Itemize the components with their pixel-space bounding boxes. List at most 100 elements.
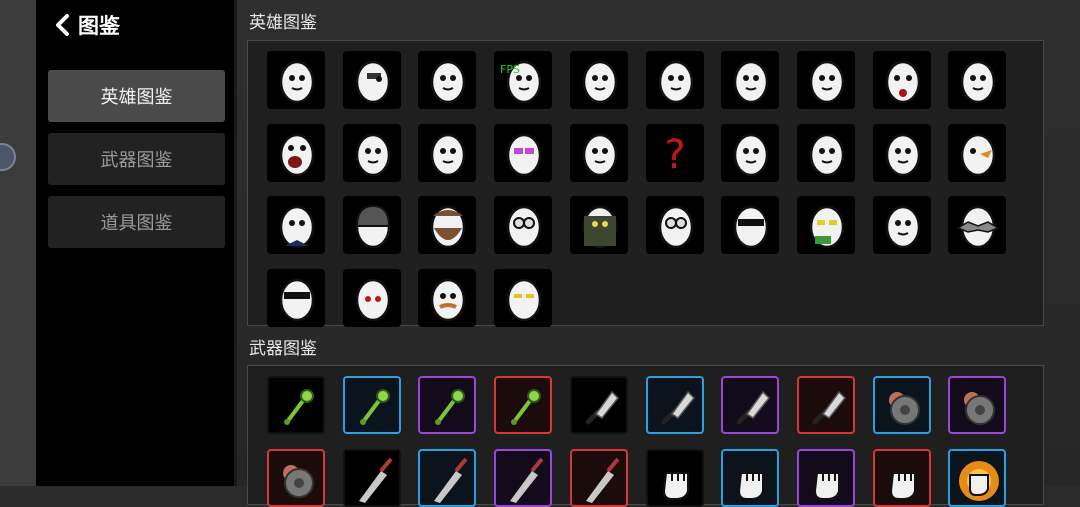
hero-squint-icon	[431, 60, 466, 104]
weapon-tile[interactable]	[796, 449, 855, 507]
weapon-tile[interactable]	[342, 376, 401, 434]
weapon-tile[interactable]	[721, 376, 780, 434]
tab-items[interactable]: 道具图鉴	[48, 196, 225, 248]
weapon-saw-icon	[283, 465, 314, 498]
hero-scared-icon	[582, 133, 618, 176]
hero-goggles-icon	[658, 205, 693, 249]
hero-tile[interactable]	[494, 268, 553, 327]
hero-tile[interactable]	[267, 51, 325, 109]
hero-tile[interactable]	[872, 51, 931, 109]
hero-tile[interactable]	[569, 196, 628, 254]
hero-tile[interactable]	[342, 196, 401, 254]
weapon-blade-icon	[585, 457, 620, 503]
hero-tile[interactable]	[267, 268, 325, 327]
hero-tile[interactable]	[948, 123, 1007, 182]
hero-tile[interactable]	[418, 51, 477, 109]
hero-tile[interactable]	[645, 196, 704, 254]
hero-tile[interactable]	[721, 123, 780, 182]
weapon-fist-icon	[889, 472, 916, 500]
weapon-tile[interactable]	[645, 449, 704, 507]
hero-tile[interactable]	[796, 51, 855, 109]
hero-tile[interactable]	[569, 123, 628, 182]
back-label: 图鉴	[78, 14, 120, 38]
hero-tile[interactable]	[948, 51, 1007, 109]
weapon-tile[interactable]	[948, 376, 1007, 434]
hero-tile[interactable]	[342, 123, 401, 182]
tab-heroes[interactable]: 英雄图鉴	[48, 70, 225, 122]
weapon-tile[interactable]	[872, 376, 931, 434]
hero-tile[interactable]	[267, 123, 325, 182]
weapon-cleaver-icon	[812, 390, 846, 425]
hero-tile[interactable]	[418, 196, 477, 254]
weapon-tile[interactable]	[796, 376, 855, 434]
hero-tile[interactable]	[342, 51, 401, 109]
hero-calm-icon	[885, 205, 920, 249]
weapon-tile[interactable]	[872, 449, 931, 507]
back-button[interactable]: 图鉴	[54, 10, 120, 40]
weapon-saw-icon	[888, 392, 920, 425]
weapon-tile[interactable]	[418, 449, 477, 507]
hero-robot-jaw-icon	[582, 60, 618, 104]
weapon-tile[interactable]	[948, 449, 1007, 507]
weapon-tile[interactable]	[494, 449, 553, 507]
weapon-tile[interactable]	[267, 449, 325, 507]
weapon-tile[interactable]	[721, 449, 780, 507]
hero-pink-glasses-icon	[506, 133, 542, 176]
chevron-left-icon	[56, 14, 69, 36]
hero-tile[interactable]: ?	[645, 123, 704, 182]
hero-ghost-icon	[885, 133, 920, 176]
hero-tile[interactable]	[645, 51, 704, 109]
hero-panda-icon	[809, 133, 845, 176]
hero-dirty-icon	[961, 60, 996, 104]
heroes-section-title: 英雄图鉴	[249, 13, 317, 33]
left-edge-strip	[0, 0, 36, 486]
hero-tile[interactable]	[796, 196, 855, 254]
weapon-tile[interactable]	[418, 376, 477, 434]
hero-angry-icon	[733, 133, 769, 176]
weapon-mace-icon	[284, 389, 314, 425]
hero-tile[interactable]	[721, 196, 780, 254]
hero-eyepatch-icon	[355, 60, 390, 104]
weapon-cleaver-icon	[585, 390, 619, 425]
weapon-fist-icon	[813, 472, 840, 500]
hero-sunglasses-icon	[733, 205, 769, 249]
hero-side-icon	[809, 60, 845, 104]
weapon-tile[interactable]	[645, 376, 704, 434]
weapon-tile[interactable]	[569, 376, 628, 434]
weapon-tile[interactable]	[267, 376, 325, 434]
weapon-blade-icon	[358, 457, 393, 503]
hero-bloody-icon	[885, 60, 920, 104]
weapon-blade-icon	[510, 457, 544, 503]
hero-cash-icon	[809, 205, 845, 249]
hero-tile[interactable]: FPS	[494, 51, 553, 109]
hero-tile[interactable]	[872, 123, 931, 182]
hero-tile[interactable]	[494, 196, 553, 254]
hero-tile[interactable]	[267, 196, 325, 254]
hero-tag-label: FPS	[500, 63, 520, 76]
weapon-tile[interactable]	[494, 376, 553, 434]
mystery-mark: ?	[664, 132, 685, 178]
hero-mystery-icon: ?	[664, 132, 685, 178]
hero-tile[interactable]	[872, 196, 931, 254]
hero-tile[interactable]	[494, 123, 553, 182]
hero-tile[interactable]	[342, 268, 401, 327]
hero-tile[interactable]	[948, 196, 1007, 254]
tab-weapons[interactable]: 武器图鉴	[48, 133, 225, 185]
hero-tile[interactable]	[721, 51, 780, 109]
hero-red-eyes-icon	[355, 278, 390, 321]
hero-tile[interactable]	[418, 268, 477, 327]
hero-tile[interactable]	[418, 123, 477, 182]
hero-tile[interactable]	[796, 123, 855, 182]
hero-tile[interactable]	[569, 51, 628, 109]
weapon-mace-icon	[511, 389, 542, 425]
hero-screaming-icon	[279, 133, 315, 176]
hero-orange-beak-icon	[961, 133, 996, 176]
hero-yellow-eyes-icon	[506, 278, 542, 321]
hero-plain-icon	[279, 60, 315, 104]
weapon-cleaver-icon	[661, 390, 695, 425]
weapon-tile[interactable]	[342, 449, 401, 507]
hero-spiked-icon	[956, 205, 1000, 249]
weapon-tile[interactable]	[569, 449, 628, 507]
hero-bearded-icon	[431, 205, 466, 249]
weapons-section-title: 武器图鉴	[249, 339, 317, 359]
